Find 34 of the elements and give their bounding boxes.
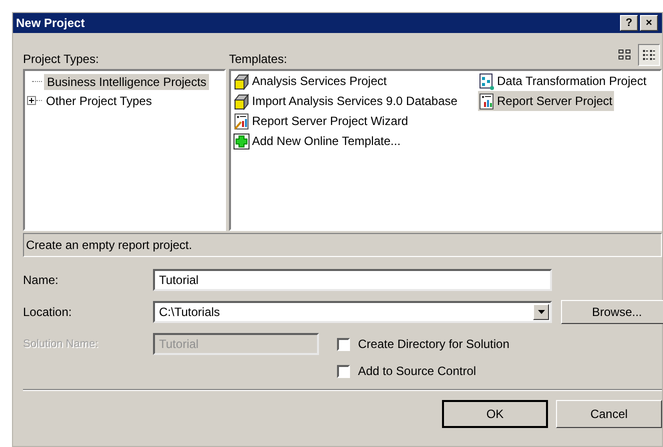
browse-button[interactable]: Browse... <box>561 300 663 324</box>
close-button[interactable]: × <box>640 15 658 31</box>
template-item[interactable]: Analysis Services Project <box>233 71 389 91</box>
location-combo[interactable]: C:\Tutorials <box>153 301 552 323</box>
field-label: Name: <box>23 273 60 287</box>
plus-icon <box>233 132 250 150</box>
cube-icon <box>233 72 250 90</box>
help-button[interactable]: ? <box>620 15 638 31</box>
large-icons-icon <box>618 49 632 61</box>
window-title: New Project <box>16 16 85 30</box>
input-field[interactable]: Tutorial <box>153 269 552 291</box>
expand-icon[interactable] <box>27 96 36 105</box>
tree-item[interactable]: Business Intelligence Projects <box>44 74 210 90</box>
cancel-button[interactable]: Cancel <box>556 400 662 428</box>
template-item[interactable]: Report Server Project Wizard <box>233 111 410 131</box>
list-icon <box>642 49 656 61</box>
cube-icon <box>233 92 250 110</box>
document-icon <box>478 72 495 90</box>
checkbox[interactable] <box>337 364 350 378</box>
description-bar: Create an empty report project. <box>23 233 662 257</box>
field-label: Location: <box>23 305 73 319</box>
template-item[interactable]: Data Transformation Project <box>478 71 648 91</box>
section-label: Templates: <box>229 52 288 66</box>
checkbox-label: Create Directory for Solution <box>358 337 510 351</box>
ok-button[interactable]: OK <box>442 400 548 428</box>
tree-item[interactable]: Other Project Types <box>43 92 155 108</box>
chart-document-icon <box>478 92 495 110</box>
template-item[interactable]: Import Analysis Services 9.0 Database <box>233 91 460 111</box>
section-label: Project Types: <box>23 52 100 66</box>
chart-document-icon <box>233 112 250 130</box>
template-item[interactable]: Report Server Project <box>478 91 614 111</box>
checkbox-label: Add to Source Control <box>358 364 476 378</box>
template-item[interactable]: Add New Online Template... <box>233 131 403 151</box>
small-icons-button[interactable] <box>638 44 660 66</box>
